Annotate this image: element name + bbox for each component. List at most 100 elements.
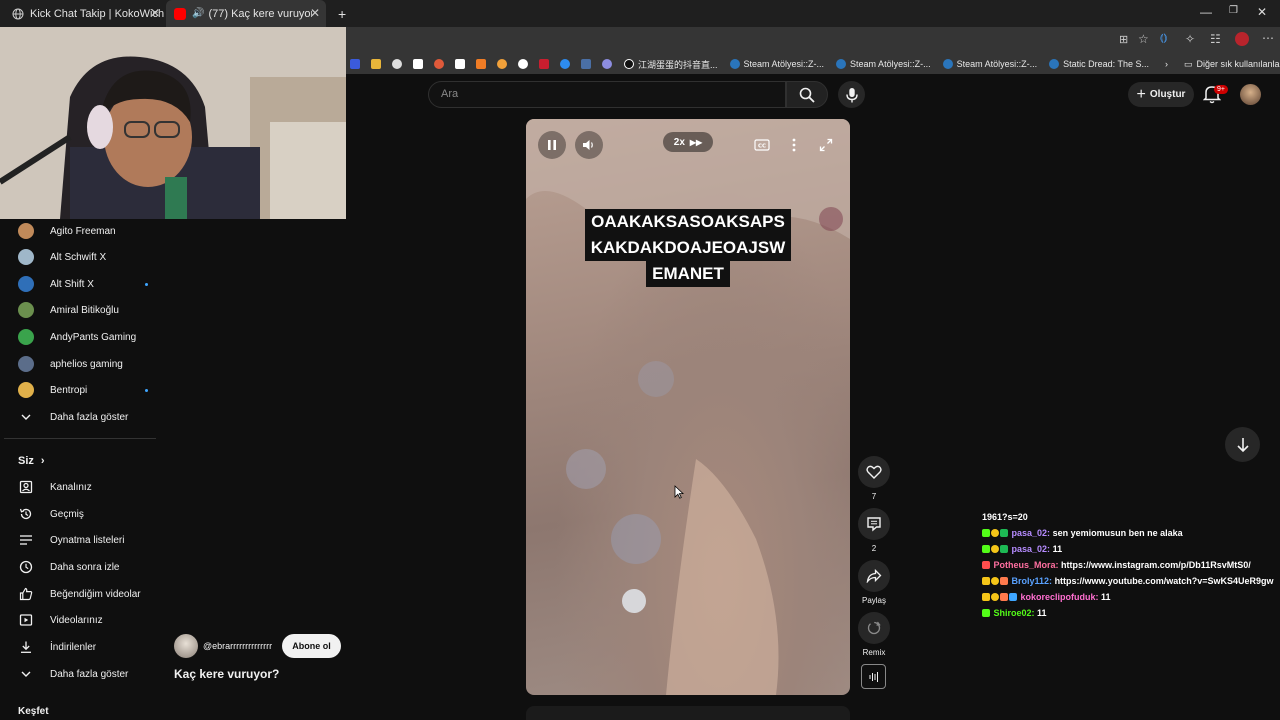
app-icon[interactable]: ⊞ [1119, 33, 1128, 46]
sidebar-section-you[interactable]: Siz › [18, 450, 148, 472]
sidebar-item-downloads[interactable]: İndirilenler [18, 636, 148, 658]
sidebar-item-liked-videos[interactable]: Beğendiğim videolar [18, 583, 148, 605]
star-icon[interactable]: ☆ [1138, 32, 1149, 46]
microphone-icon [845, 87, 858, 102]
sidebar: Agito Freeman Alt Schwift X Alt Shift X … [0, 219, 160, 720]
channel-handle[interactable]: @ebrarrrrrrrrrrrrrr [203, 641, 272, 651]
pause-button[interactable] [538, 131, 566, 159]
badge-icon [991, 577, 999, 585]
close-tab-icon[interactable]: ✕ [150, 6, 160, 20]
more-options-button[interactable] [780, 131, 808, 159]
svg-text:CC: CC [758, 144, 766, 150]
bookmark-item[interactable]: Steam Atölyesi::Z-... [836, 59, 931, 69]
channel-avatar[interactable] [174, 634, 198, 658]
sound-track-button[interactable] [861, 664, 886, 689]
create-button[interactable]: + Oluştur [1128, 82, 1194, 107]
share-button[interactable] [858, 560, 890, 592]
search-input[interactable]: Ara [428, 81, 786, 108]
subscribe-button[interactable]: Abone ol [282, 634, 341, 658]
fullscreen-button[interactable] [812, 131, 840, 159]
search-button[interactable] [786, 81, 828, 108]
bookmark-item[interactable]: Static Dread: The S... [1049, 59, 1149, 69]
next-video-button[interactable] [1225, 427, 1260, 462]
sidebar-subscription-alt-shift-x[interactable]: Alt Shift X [18, 273, 148, 295]
bookmark-icon[interactable] [602, 59, 612, 69]
avatar[interactable] [1240, 84, 1261, 105]
bookmark-icon[interactable] [413, 59, 423, 69]
remix-button[interactable] [858, 612, 890, 644]
sidebar-item-playlists[interactable]: Oynatma listeleri [18, 529, 148, 551]
sidebar-item-label: Kanalınız [50, 481, 92, 493]
bookmark-icon[interactable] [434, 59, 444, 69]
chevron-right-icon: › [40, 455, 45, 467]
sidebar-section-explore[interactable]: Keşfet [18, 706, 148, 720]
minimize-icon[interactable]: — [1200, 5, 1212, 19]
sidebar-item-label: Daha fazla göster [50, 668, 129, 680]
sidebar-item-your-channel[interactable]: Kanalınız [18, 476, 148, 498]
chat-text: 11 [1101, 592, 1111, 602]
bookmark-icon[interactable] [497, 59, 507, 69]
sidebar-subscription-aphelios-gaming[interactable]: aphelios gaming [18, 353, 148, 375]
restore-icon[interactable]: ❐ [1229, 5, 1238, 16]
bookmark-icon[interactable] [371, 59, 381, 69]
bookmark-icon[interactable] [476, 59, 486, 69]
bookmark-icon[interactable] [560, 59, 570, 69]
speaker-icon[interactable]: 🔊 [192, 8, 204, 19]
shorts-video-player[interactable]: 2x ▶▶ CC OAAKAKSASOAKSAPS KAKDAKDOAJEOAJ… [526, 119, 850, 695]
more-menu-icon[interactable]: ⋯ [1262, 31, 1274, 45]
sidebar-subscription-agito-freeman[interactable]: Agito Freeman [18, 220, 148, 242]
profile-icon[interactable] [1235, 32, 1249, 46]
crown-icon [982, 593, 990, 601]
remix-label: Remix [862, 648, 886, 657]
chevron-right-icon[interactable]: › [1165, 59, 1168, 69]
bookmark-icon[interactable] [455, 59, 465, 69]
sidebar-subscription-amiral-bitikoglu[interactable]: Amiral Bitikoğlu [18, 299, 148, 321]
closed-captions-icon: CC [754, 139, 770, 151]
extensions-icon[interactable]: ✧ [1185, 32, 1195, 46]
captions-button[interactable]: CC [748, 131, 776, 159]
bookmark-item[interactable]: Steam Atölyesi::Z-... [942, 59, 1037, 69]
crown-icon [982, 577, 990, 585]
browser-tab-strip: Kick Chat Takip | KokoWich ✕ 🔊 (77) Kaç … [0, 0, 1280, 27]
tab-youtube[interactable]: 🔊 (77) Kaç kere vuruyor? - YouTube ✕ [166, 0, 326, 27]
chat-message: 1961?s=20 [982, 511, 1278, 523]
show-more-subscriptions[interactable]: Daha fazla göster [18, 406, 148, 428]
chat-text: 11 [1052, 544, 1063, 554]
other-bookmarks[interactable]: ▭ Diğer sık kullanılanlar [1184, 59, 1280, 70]
bookmark-icon[interactable] [518, 59, 528, 69]
tab-kick-chat[interactable]: Kick Chat Takip | KokoWich ✕ [4, 0, 166, 27]
sidebar-item-label: Geçmiş [50, 508, 84, 520]
playlist-icon [18, 532, 34, 548]
voice-search-button[interactable] [838, 81, 865, 108]
comments-button[interactable] [858, 508, 890, 540]
bookmark-icon[interactable] [350, 59, 360, 69]
chevron-down-icon [18, 409, 34, 425]
next-video-preview[interactable] [526, 706, 850, 720]
new-tab-button[interactable]: + [330, 0, 350, 27]
video-title[interactable]: Kaç kere vuruyor? [174, 667, 279, 681]
chevron-down-icon [18, 666, 34, 682]
chat-message: pasa_02: sen yemiomusun ben ne alaka [982, 527, 1278, 539]
sidebar-subscription-andypants-gaming[interactable]: AndyPants Gaming [18, 326, 148, 348]
playback-speed-button[interactable]: 2x ▶▶ [663, 132, 713, 152]
volume-button[interactable] [575, 131, 603, 159]
like-button[interactable] [858, 456, 890, 488]
close-tab-icon[interactable]: ✕ [310, 6, 320, 20]
chat-username: Potheus_Mora: [993, 560, 1059, 570]
chat-username: Broly112: [1011, 576, 1053, 586]
bookmark-item[interactable]: 江湖蛋蛋的抖音直... [624, 58, 718, 71]
bookmark-item[interactable]: Steam Atölyesi::Z-... [729, 59, 824, 69]
sidebar-subscription-bentropi[interactable]: Bentropi [18, 379, 148, 401]
bookmark-icon[interactable] [539, 59, 549, 69]
close-window-icon[interactable]: ✕ [1257, 5, 1267, 19]
sidebar-item-watch-later[interactable]: Daha sonra izle [18, 556, 148, 578]
chat-message: Potheus_Mora: https://www.instagram.com/… [982, 559, 1278, 571]
sidebar-item-history[interactable]: Geçmiş [18, 503, 148, 525]
sidebar-item-your-videos[interactable]: Videolarınız [18, 609, 148, 631]
read-aloud-icon[interactable]: ⦅⦆ [1160, 32, 1167, 45]
favorites-icon[interactable]: ☷ [1210, 32, 1221, 46]
bookmark-icon[interactable] [392, 59, 402, 69]
show-more-you[interactable]: Daha fazla göster [18, 663, 148, 685]
sidebar-subscription-alt-schwift-x[interactable]: Alt Schwift X [18, 246, 148, 268]
bookmark-icon[interactable] [581, 59, 591, 69]
